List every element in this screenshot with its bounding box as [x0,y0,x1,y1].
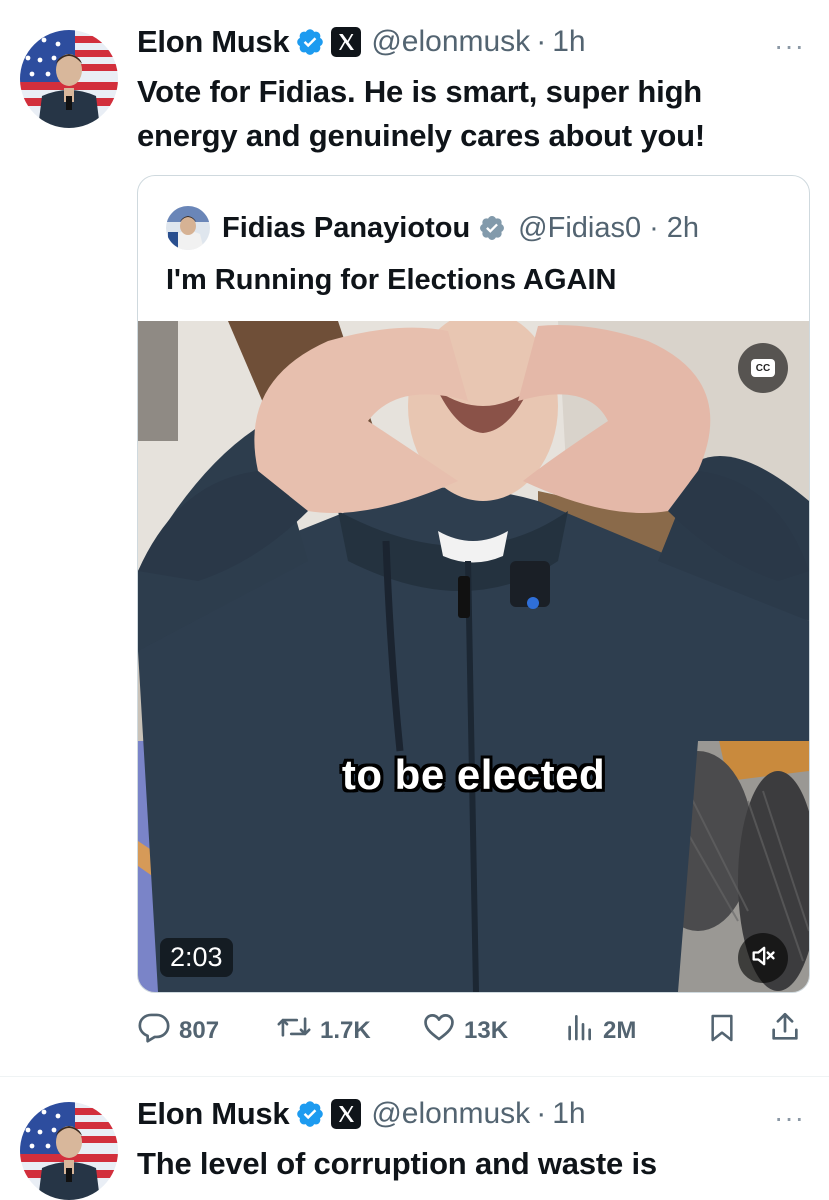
author-avatar[interactable] [20,30,118,128]
verified-badge-icon [478,214,506,242]
bookmark-icon [706,1014,738,1050]
like-count: 13K [464,1016,509,1044]
quoted-author-name[interactable]: Fidias Panayiotou [222,212,470,245]
quoted-tweet-header: Fidias Panayiotou @Fidias0 · 2h [166,206,699,250]
captions-button[interactable]: CC [738,343,788,393]
video-frame [138,321,809,992]
author-name[interactable]: Elon Musk [137,24,290,60]
cc-icon: CC [751,359,775,377]
tweet-text-line: Vote for Fidias. He is smart, super high [137,74,703,109]
quoted-author-handle[interactable]: @Fidias0 [518,212,641,245]
repost-button[interactable]: 1.7K [276,1010,371,1051]
reply-icon [137,1010,171,1051]
verified-badge-icon [295,27,325,57]
share-button[interactable] [768,1009,802,1050]
more-icon[interactable]: ··· [774,1102,805,1134]
tweet-divider [0,1076,829,1077]
mute-button[interactable] [738,933,788,983]
quoted-tweet-text: I'm Running for Elections AGAIN [166,264,617,296]
repost-icon [276,1010,312,1051]
reply-count: 807 [179,1016,220,1044]
video-duration: 2:03 [160,938,233,977]
views-count: 2M [603,1016,637,1044]
like-icon [422,1010,456,1051]
author-avatar[interactable] [20,1102,118,1200]
tweet-text-line: The level of corruption and waste is [137,1146,657,1181]
separator: · [536,1097,547,1130]
video-caption: to be elected [341,751,606,798]
like-button[interactable]: 13K [422,1010,508,1051]
mute-icon [749,942,777,975]
views-button[interactable]: 2M [563,1010,636,1051]
author-handle[interactable]: @elonmusk [371,25,530,59]
share-icon [768,1012,802,1049]
separator: · [536,25,547,58]
quoted-timestamp[interactable]: 2h [667,212,699,245]
cc-label: CC [755,362,771,374]
quoted-author-avatar[interactable] [166,206,210,250]
timestamp[interactable]: 1h [552,1097,585,1131]
x-logo-icon [331,1099,362,1129]
tweet-text-line: energy and genuinely cares about you! [137,118,705,153]
bookmark-button[interactable] [706,1010,738,1051]
video-player[interactable]: CC to be elected 2:03 [138,321,809,992]
tweet-header: Elon Musk @elonmusk · 1h [137,1096,586,1132]
separator: · [649,211,659,244]
more-icon[interactable]: ··· [774,30,805,62]
tweet-header: Elon Musk @elonmusk · 1h [137,24,586,60]
reply-button[interactable]: 807 [137,1010,219,1051]
verified-badge-icon [295,1099,325,1129]
quoted-tweet-card[interactable]: Fidias Panayiotou @Fidias0 · 2h I'm Runn… [137,175,810,993]
x-logo-icon [331,27,362,57]
timestamp[interactable]: 1h [552,25,585,59]
author-name[interactable]: Elon Musk [137,1096,290,1132]
repost-count: 1.7K [320,1016,371,1044]
views-icon [563,1010,595,1051]
author-handle[interactable]: @elonmusk [371,1097,530,1131]
tweet-text: Vote for Fidias. He is smart, super high… [137,70,817,158]
tweet-text: The level of corruption and waste is [137,1142,817,1186]
